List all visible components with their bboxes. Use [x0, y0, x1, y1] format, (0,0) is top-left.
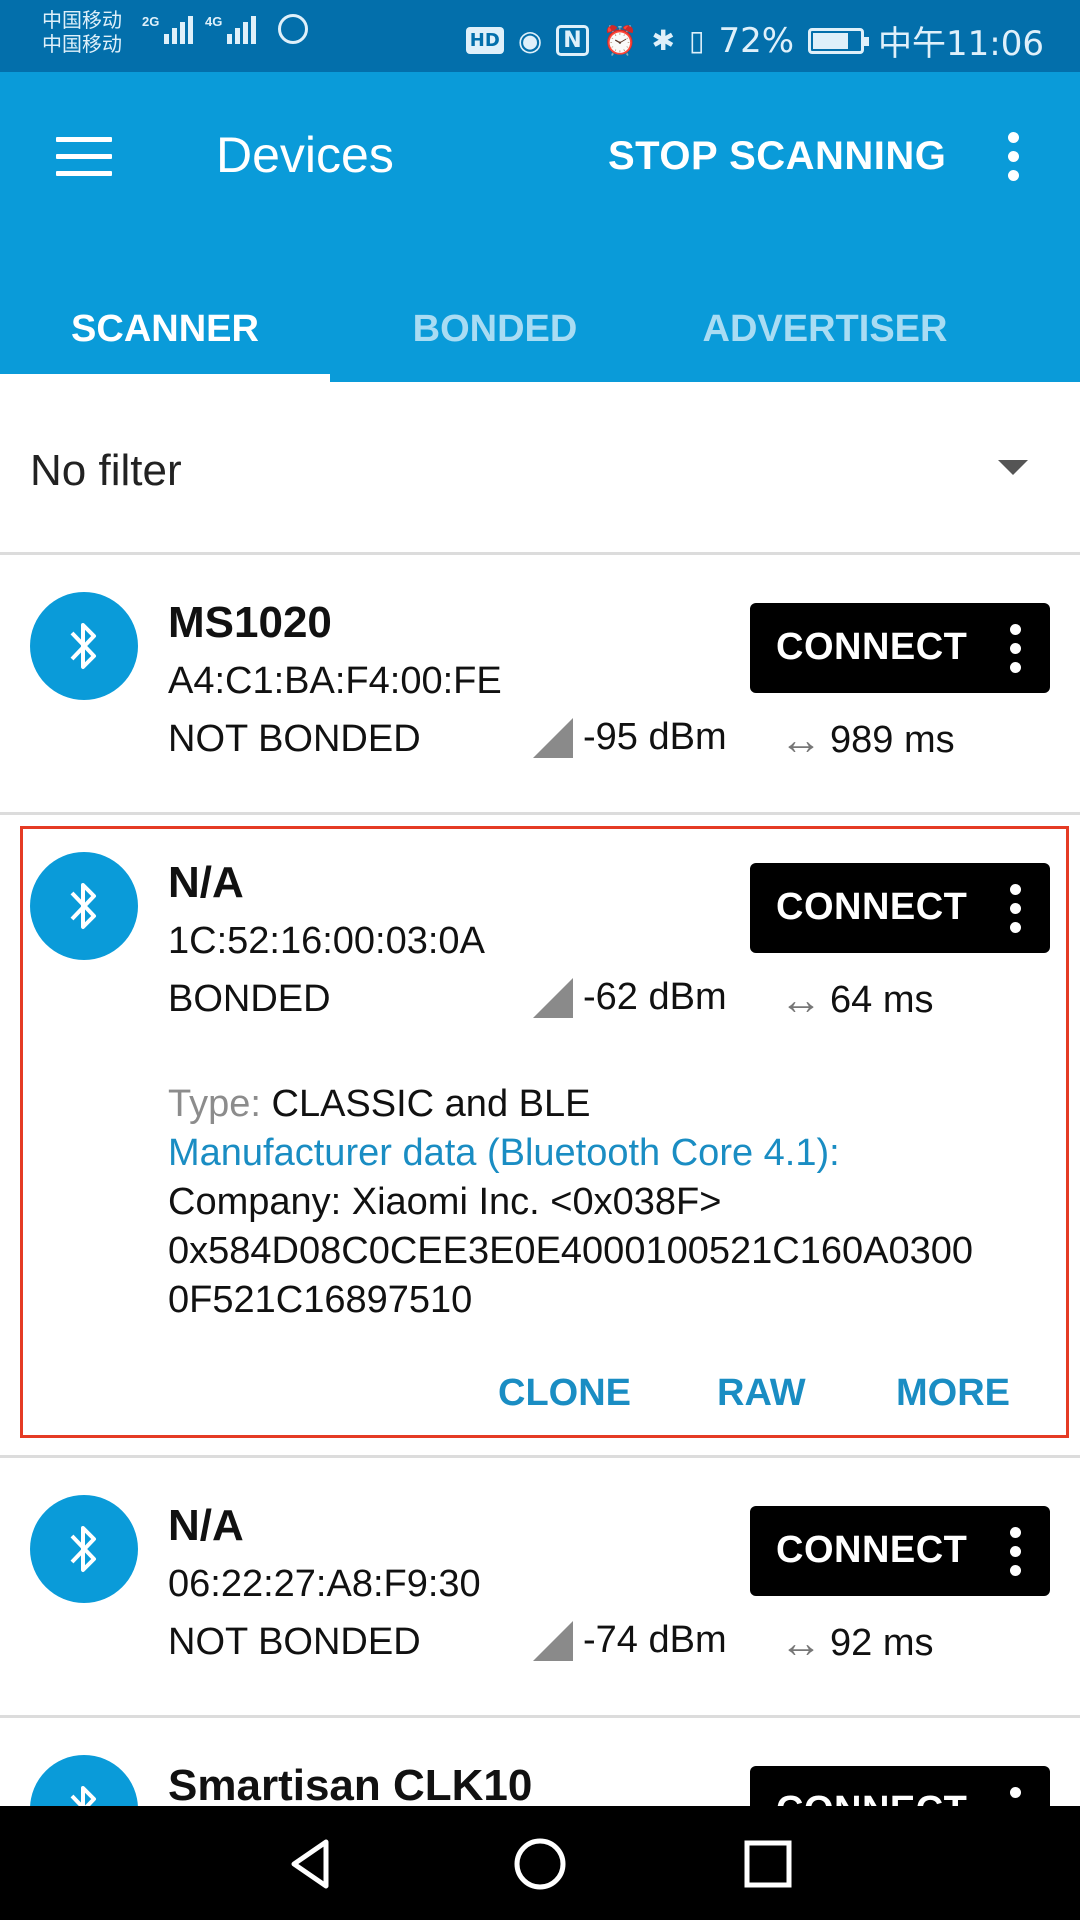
rssi-value: -62 dBm	[583, 976, 727, 1018]
device-name: Smartisan CLK10	[168, 1761, 533, 1806]
type-value: CLASSIC and BLE	[271, 1083, 591, 1125]
tab-scanner[interactable]: SCANNER	[0, 264, 330, 382]
menu-icon[interactable]	[56, 137, 112, 177]
device-details: Type: CLASSIC and BLE Manufacturer data …	[168, 1080, 973, 1325]
rssi-value: -95 dBm	[583, 716, 727, 758]
device-name: N/A	[168, 1501, 244, 1550]
home-icon[interactable]	[510, 1834, 570, 1894]
device-name: N/A	[168, 858, 244, 907]
bond-state: NOT BONDED	[168, 718, 421, 760]
rssi: -95 dBm	[533, 716, 727, 759]
interval-arrows-icon: ↔	[780, 976, 822, 1023]
tab-bar: SCANNER BONDED ADVERTISER	[0, 264, 1080, 382]
raw-button[interactable]: RAW	[717, 1372, 806, 1415]
type-key: Type:	[168, 1083, 272, 1125]
bond-state: BONDED	[168, 978, 331, 1020]
rssi: -74 dBm	[533, 1619, 727, 1662]
network-type-2: 4G	[205, 14, 223, 29]
bluetooth-icon	[30, 1495, 138, 1603]
stop-scanning-button[interactable]: STOP SCANNING	[608, 134, 946, 179]
device-row[interactable]: MS1020 A4:C1:BA:F4:00:FE NOT BONDED -95 …	[0, 556, 1080, 812]
device-overflow-menu-icon[interactable]	[1005, 884, 1025, 941]
interval-value: 92 ms	[830, 1621, 934, 1664]
filter-label: No filter	[30, 446, 182, 495]
device-row[interactable]: Smartisan CLK10 CONNECT	[0, 1719, 1080, 1806]
rssi-value: -74 dBm	[583, 1619, 727, 1661]
signal-4g-icon: 4G	[205, 14, 256, 44]
bluetooth-icon	[30, 852, 138, 960]
hd-icon: HD	[465, 27, 504, 54]
manufacturer-data-hex-1: 0x584D08C0CEE3E0E4000100521C160A0300	[168, 1230, 973, 1272]
device-name: MS1020	[168, 598, 332, 647]
signal-strength-icon	[533, 1620, 573, 1661]
carrier-name-2: 中国移动	[42, 32, 122, 56]
status-bar: 中国移动 中国移动 2G 4G HD ◉ N ⏰ ✱ ▯ 72% 中午11:06	[0, 0, 1080, 72]
device-address: 1C:52:16:00:03:0A	[168, 920, 485, 962]
bluetooth-icon	[30, 1755, 138, 1806]
divider	[0, 1455, 1080, 1458]
bond-state: NOT BONDED	[168, 1621, 421, 1663]
manufacturer-data-title: Manufacturer data (Bluetooth Core 4.1):	[168, 1132, 840, 1174]
bluetooth-status-icon: ✱	[651, 24, 676, 57]
device-overflow-menu-icon[interactable]	[1005, 1787, 1025, 1806]
back-icon[interactable]	[282, 1834, 342, 1894]
page-title: Devices	[216, 127, 394, 183]
divider	[0, 1715, 1080, 1718]
tab-bonded[interactable]: BONDED	[330, 264, 660, 382]
divider	[0, 812, 1080, 815]
device-overflow-menu-icon[interactable]	[1005, 624, 1025, 681]
advertising-interval: ↔ 989 ms	[780, 716, 955, 764]
notification-app-icon	[278, 14, 308, 44]
connect-label: CONNECT	[776, 626, 968, 668]
clone-button[interactable]: CLONE	[498, 1372, 631, 1415]
signal-indicators: 2G 4G	[142, 14, 308, 44]
eye-comfort-icon: ◉	[517, 24, 543, 57]
manufacturer-data-hex-2: 0F521C16897510	[168, 1279, 473, 1321]
carrier-info: 中国移动 中国移动	[42, 8, 122, 56]
interval-value: 989 ms	[830, 718, 955, 761]
advertising-interval: ↔ 92 ms	[780, 1619, 933, 1667]
dropdown-arrow-icon	[998, 460, 1028, 475]
signal-strength-icon	[533, 717, 573, 758]
app-bar: Devices STOP SCANNING SCANNER BONDED ADV…	[0, 72, 1080, 382]
interval-arrows-icon: ↔	[780, 716, 822, 763]
divider	[0, 552, 1080, 555]
device-overflow-menu-icon[interactable]	[1005, 1527, 1025, 1584]
device-type: Type: CLASSIC and BLE	[168, 1080, 973, 1129]
more-button[interactable]: MORE	[896, 1372, 1010, 1415]
tab-indicator	[0, 374, 330, 382]
status-icons: HD ◉ N ⏰ ✱ ▯ 72% 中午11:06	[465, 16, 1044, 65]
bluetooth-icon	[30, 592, 138, 700]
connect-label: CONNECT	[776, 1789, 967, 1806]
recents-icon[interactable]	[738, 1834, 798, 1894]
nfc-icon: N	[556, 25, 589, 56]
overflow-menu-icon[interactable]	[1003, 132, 1023, 192]
filter-dropdown[interactable]: No filter	[0, 398, 1080, 554]
connect-label: CONNECT	[776, 886, 968, 928]
interval-arrows-icon: ↔	[780, 1619, 822, 1666]
carrier-name-1: 中国移动	[42, 8, 122, 32]
navigation-bar	[0, 1806, 1080, 1920]
rssi: -62 dBm	[533, 976, 727, 1019]
device-address: A4:C1:BA:F4:00:FE	[168, 660, 502, 702]
battery-percent: 72%	[718, 20, 795, 61]
signal-strength-icon	[533, 977, 573, 1018]
device-row[interactable]: N/A 06:22:27:A8:F9:30 NOT BONDED -74 dBm…	[0, 1459, 1080, 1715]
network-type-1: 2G	[142, 14, 160, 29]
battery-icon	[808, 27, 870, 54]
connect-label: CONNECT	[776, 1529, 968, 1571]
alarm-icon: ⏰	[602, 24, 638, 57]
clock: 中午11:06	[878, 24, 1044, 64]
device-address: 06:22:27:A8:F9:30	[168, 1563, 481, 1605]
device-row-expanded[interactable]: N/A 1C:52:16:00:03:0A BONDED -62 dBm ↔ 6…	[0, 816, 1080, 1456]
advertising-interval: ↔ 64 ms	[780, 976, 933, 1024]
tab-advertiser[interactable]: ADVERTISER	[660, 264, 990, 382]
signal-2g-icon: 2G	[142, 14, 193, 44]
vibrate-icon: ▯	[689, 24, 705, 57]
company: Company: Xiaomi Inc. <0x038F>	[168, 1181, 722, 1223]
interval-value: 64 ms	[830, 978, 934, 1021]
